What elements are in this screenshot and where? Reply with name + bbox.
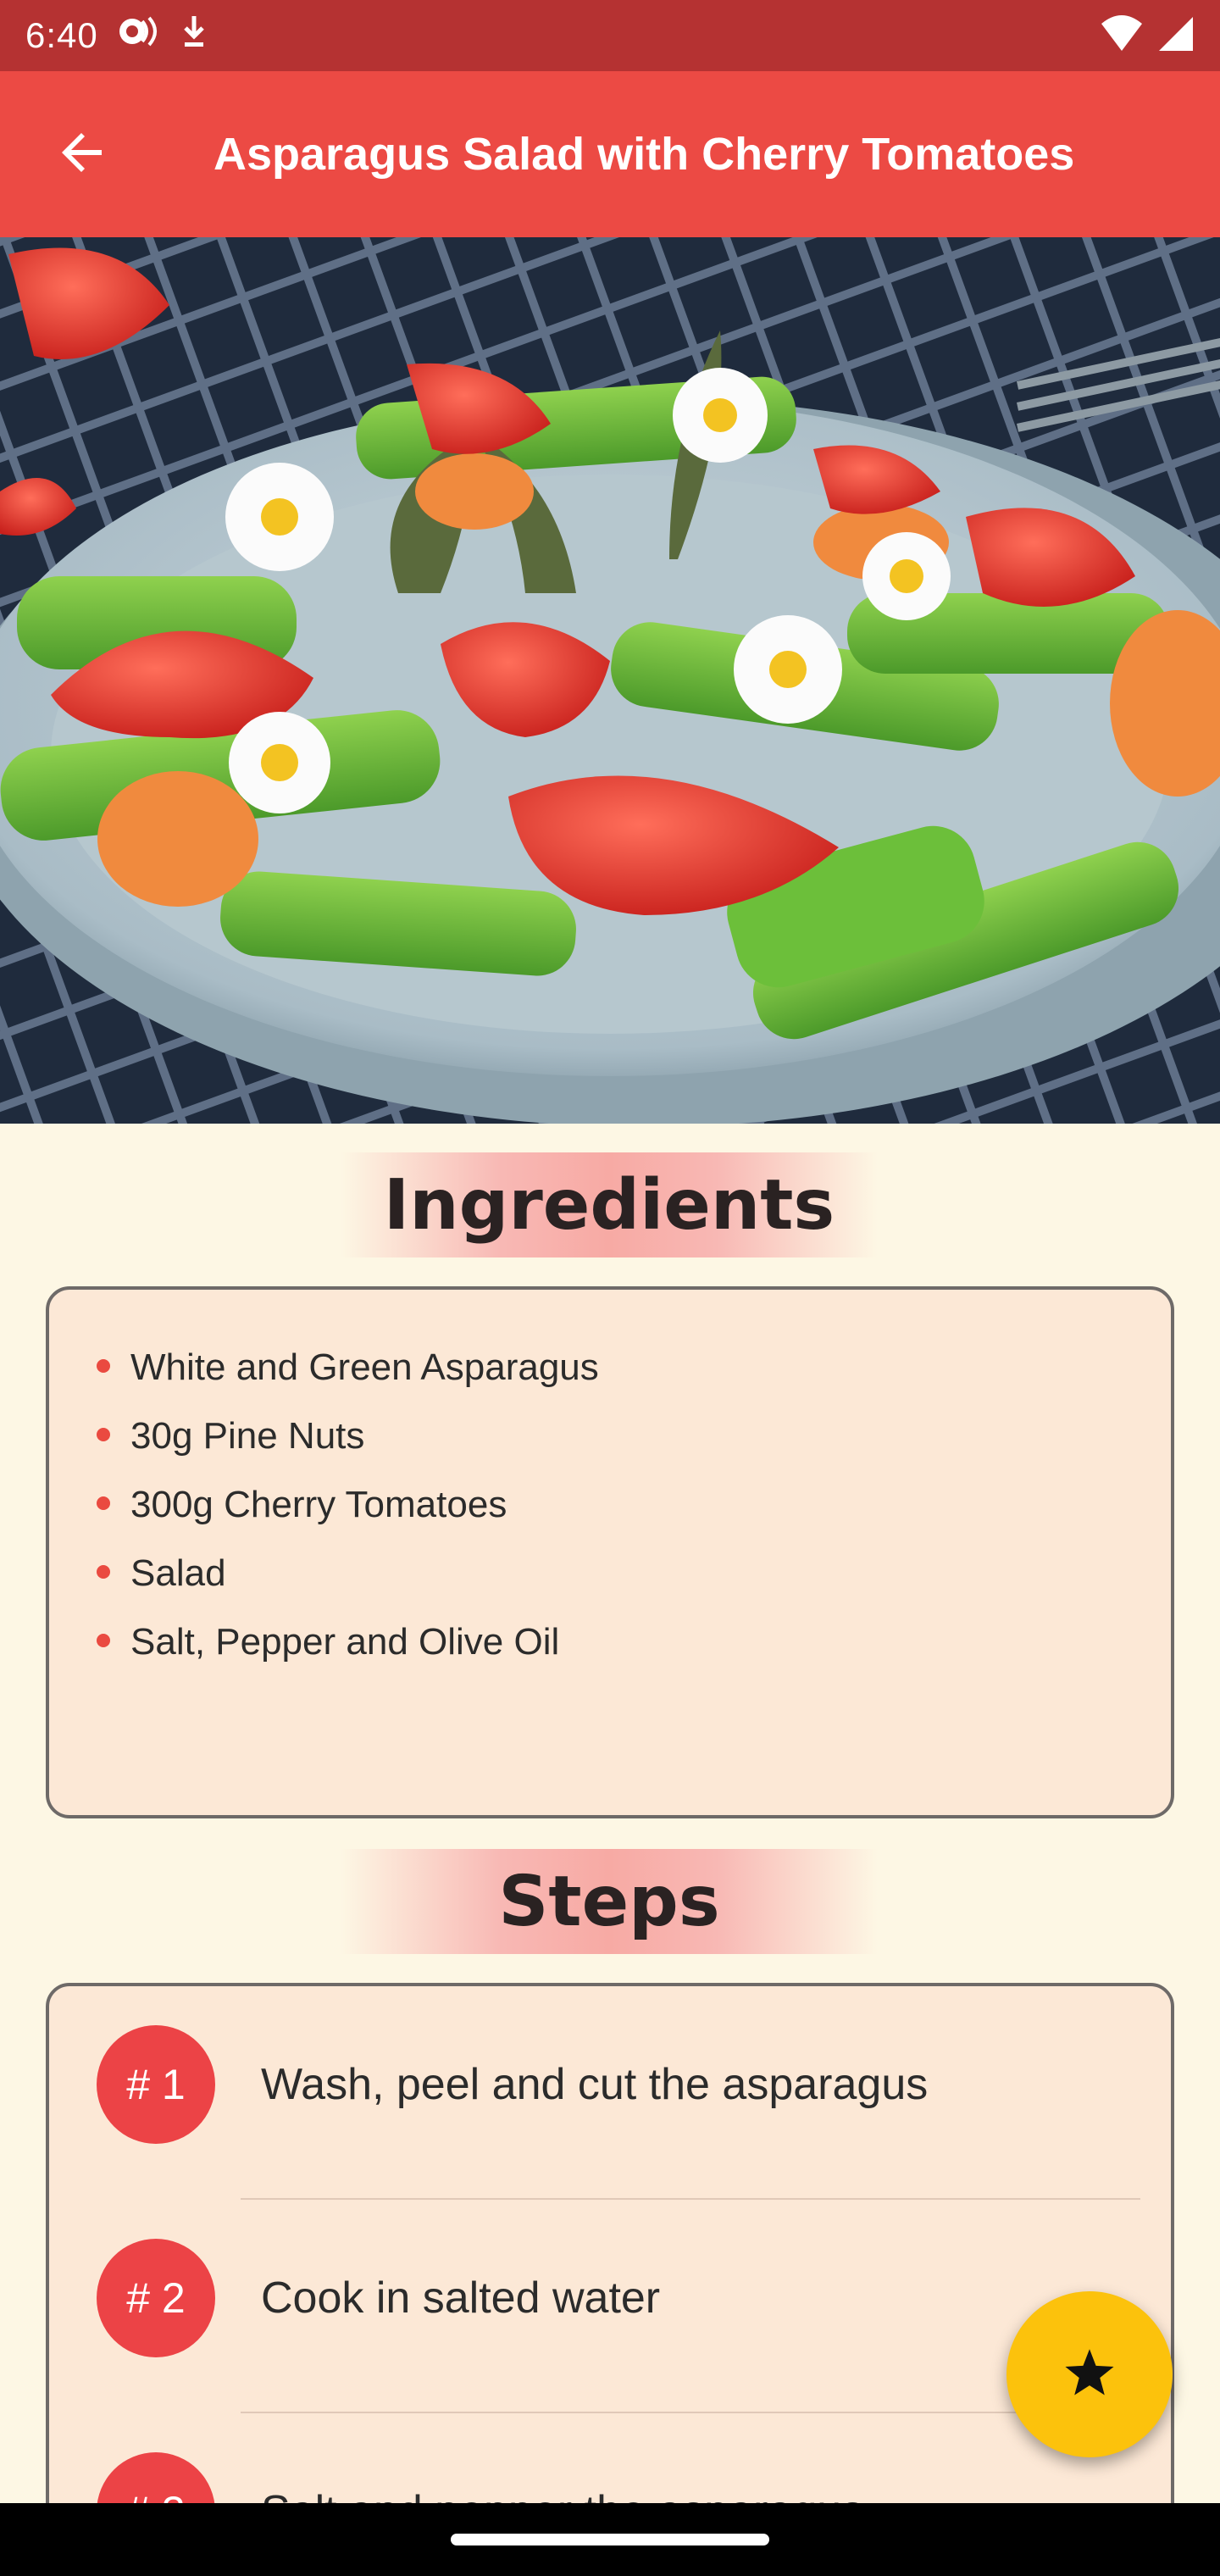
- bullet-icon: [97, 1565, 110, 1579]
- step-text: Cook in salted water: [261, 2273, 661, 2323]
- steps-heading: Steps: [341, 1849, 878, 1954]
- ingredient-item: White and Green Asparagus: [97, 1341, 1171, 1409]
- status-time: 6:40: [25, 15, 98, 55]
- status-right: [1100, 14, 1195, 57]
- home-gesture-bar[interactable]: [451, 2534, 769, 2545]
- step-item: # 1 Wash, peel and cut the asparagus: [49, 1986, 1171, 2200]
- favorite-button[interactable]: [1006, 2291, 1173, 2457]
- ingredient-text: Salad: [130, 1552, 226, 1594]
- bullet-icon: [97, 1634, 110, 1647]
- app-bar: Asparagus Salad with Cherry Tomatoes: [0, 71, 1220, 237]
- step-item: # 2 Cook in salted water: [49, 2200, 1171, 2413]
- status-bar: 6:40: [0, 0, 1220, 71]
- ingredients-heading: Ingredients: [341, 1152, 878, 1257]
- ingredients-card: White and Green Asparagus 30g Pine Nuts 30…: [46, 1286, 1174, 1818]
- back-button[interactable]: [0, 71, 166, 237]
- ingredient-item: 30g Pine Nuts: [97, 1409, 1171, 1478]
- ingredient-item: Salad: [97, 1546, 1171, 1615]
- star-icon: [1060, 2343, 1119, 2407]
- step-number-badge: # 2: [97, 2239, 215, 2357]
- wifi-icon: [1100, 14, 1144, 57]
- ingredient-text: 300g Cherry Tomatoes: [130, 1484, 507, 1525]
- ingredient-item: Salt, Pepper and Olive Oil: [97, 1615, 1171, 1684]
- bullet-icon: [97, 1428, 110, 1441]
- steps-card: # 1 Wash, peel and cut the asparagus # 2 Co…: [46, 1983, 1174, 2576]
- steps-list: # 1 Wash, peel and cut the asparagus # 2 Co…: [49, 1986, 1171, 2576]
- signal-icon: [1156, 15, 1195, 57]
- arrow-back-icon: [56, 125, 110, 184]
- download-icon: [180, 13, 208, 58]
- ingredient-text: Salt, Pepper and Olive Oil: [130, 1621, 560, 1663]
- ingredient-text: 30g Pine Nuts: [130, 1415, 365, 1457]
- step-number-badge: # 1: [97, 2025, 215, 2144]
- page-title: Asparagus Salad with Cherry Tomatoes: [214, 129, 1075, 180]
- step-text: Wash, peel and cut the asparagus: [261, 2060, 929, 2109]
- notification-icon: [117, 14, 161, 57]
- ingredient-item: 300g Cherry Tomatoes: [97, 1478, 1171, 1546]
- system-nav-bar: [0, 2503, 1220, 2576]
- status-left: 6:40: [25, 13, 208, 58]
- ingredient-text: White and Green Asparagus: [130, 1346, 599, 1388]
- bullet-icon: [97, 1496, 110, 1510]
- ingredients-list: White and Green Asparagus 30g Pine Nuts 30…: [49, 1290, 1171, 1684]
- recipe-hero-image: [0, 237, 1220, 1124]
- bullet-icon: [97, 1359, 110, 1373]
